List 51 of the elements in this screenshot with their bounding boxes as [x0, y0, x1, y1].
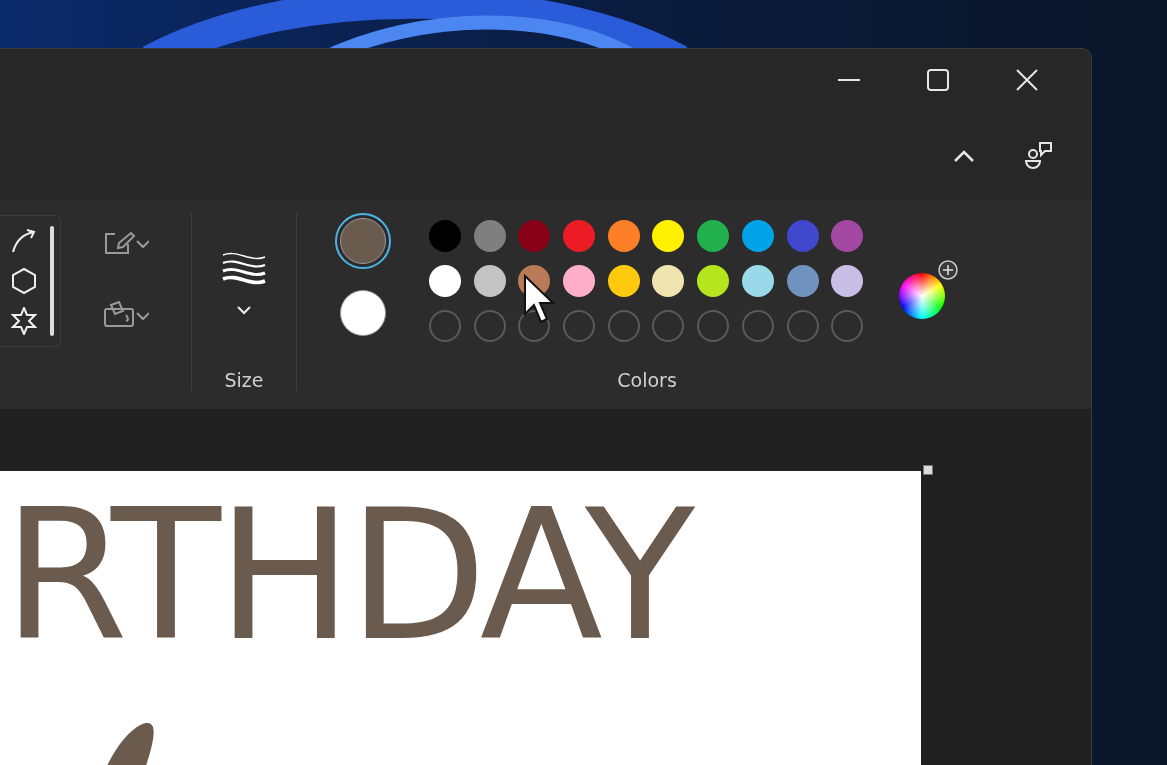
outline-dropdown[interactable] — [103, 231, 149, 255]
drawing-canvas[interactable]: RTHDAY — [0, 471, 921, 765]
chevron-up-icon — [953, 149, 975, 163]
wavy-lines-icon — [221, 251, 267, 285]
custom-color-slot[interactable] — [473, 310, 506, 342]
star-icon[interactable] — [11, 307, 37, 335]
colors-label: Colors — [617, 369, 677, 391]
plus-icon — [937, 259, 960, 281]
custom-color-slot[interactable] — [831, 310, 864, 342]
custom-color-slot[interactable] — [741, 310, 774, 342]
color-swatch[interactable] — [741, 265, 774, 297]
color-swatch[interactable] — [697, 220, 730, 252]
color-swatch[interactable] — [697, 265, 730, 297]
custom-color-slot[interactable] — [786, 310, 819, 342]
curved-arrow-icon[interactable] — [10, 227, 38, 255]
custom-color-slot[interactable] — [563, 310, 596, 342]
color-swatch[interactable] — [429, 220, 461, 252]
color-swatch[interactable] — [473, 220, 506, 252]
color-swatch[interactable] — [652, 265, 685, 297]
primary-color-swatch[interactable] — [335, 213, 391, 269]
color-swatch[interactable] — [429, 265, 461, 297]
size-label: Size — [224, 369, 264, 391]
color-swatch[interactable] — [786, 220, 819, 252]
color-swatch[interactable] — [607, 220, 640, 252]
custom-color-slot[interactable] — [429, 310, 461, 342]
color-swatch[interactable] — [563, 265, 596, 297]
custom-color-slot[interactable] — [697, 310, 730, 342]
fill-dropdown[interactable] — [103, 301, 149, 327]
edit-colors-button[interactable] — [899, 259, 960, 319]
color-swatch[interactable] — [518, 220, 551, 252]
hexagon-icon[interactable] — [11, 267, 37, 295]
scrollbar[interactable] — [50, 226, 54, 336]
color-swatch[interactable] — [473, 265, 506, 297]
paint-bucket-icon — [103, 301, 149, 327]
color-wheel-icon — [899, 273, 946, 319]
custom-color-slot[interactable] — [652, 310, 685, 342]
brush-size-button[interactable] — [221, 251, 267, 315]
minimize-icon — [836, 79, 861, 81]
color-swatch[interactable] — [563, 220, 596, 252]
color-swatch[interactable] — [652, 220, 685, 252]
chevron-down-icon — [236, 305, 252, 315]
close-icon — [1014, 68, 1039, 92]
color-swatch[interactable] — [607, 265, 640, 297]
color-swatch[interactable] — [741, 220, 774, 252]
maximize-icon — [925, 68, 950, 92]
pencil-square-icon — [103, 231, 149, 255]
color-swatch[interactable] — [786, 265, 819, 297]
resize-handle[interactable] — [923, 465, 933, 475]
custom-color-slot[interactable] — [607, 310, 640, 342]
color-swatch[interactable] — [831, 220, 864, 252]
color-swatch[interactable] — [831, 265, 864, 297]
